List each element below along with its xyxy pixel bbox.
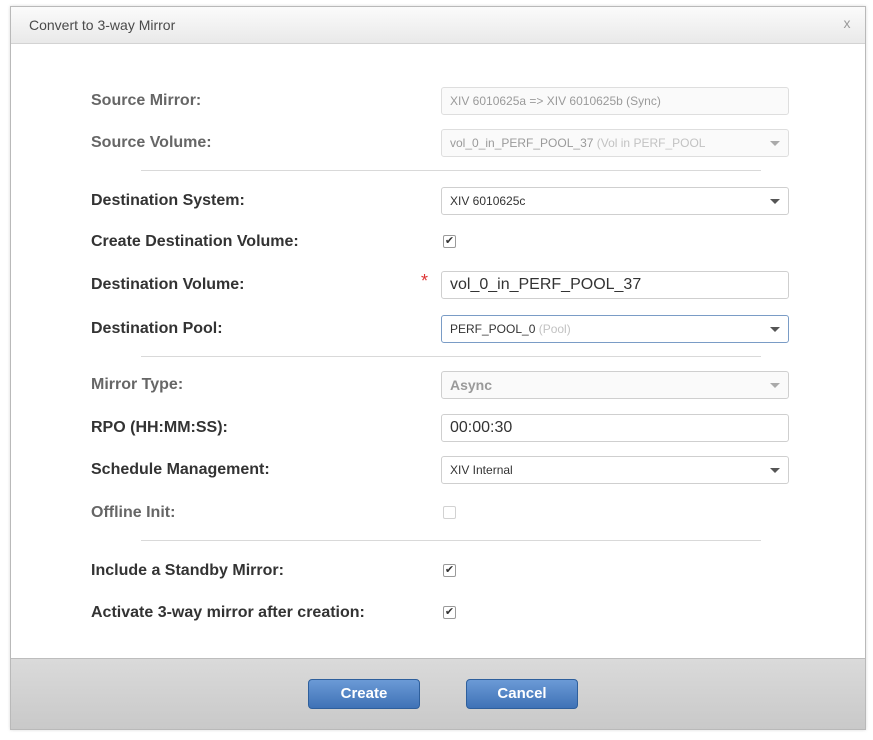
offline-init-label: Offline Init:: [91, 504, 176, 521]
dialog-titlebar: Convert to 3-way Mirror x: [11, 7, 865, 44]
row-rpo: RPO (HH:MM:SS): 00:00:30: [11, 412, 865, 444]
row-destination-volume: Destination Volume: * vol_0_in_PERF_POOL…: [11, 269, 865, 301]
destination-pool-select[interactable]: PERF_POOL_0 (Pool): [441, 315, 789, 343]
chevron-down-icon: [770, 327, 780, 332]
chevron-down-icon: [770, 383, 780, 388]
row-activate-after: Activate 3-way mirror after creation: ✔: [11, 597, 865, 629]
row-source-mirror: Source Mirror: XIV 6010625a => XIV 60106…: [11, 85, 865, 117]
source-mirror-field: XIV 6010625a => XIV 6010625b (Sync): [441, 87, 789, 115]
separator: [141, 170, 761, 171]
include-standby-label: Include a Standby Mirror:: [91, 562, 284, 579]
create-button[interactable]: Create: [308, 679, 420, 709]
dialog-footer: Create Cancel: [11, 658, 865, 729]
source-volume-value: vol_0_in_PERF_POOL_37: [450, 136, 594, 150]
offline-init-checkbox: [443, 506, 456, 519]
destination-pool-value: PERF_POOL_0: [450, 322, 536, 336]
source-volume-label: Source Volume:: [91, 134, 212, 151]
rpo-input[interactable]: 00:00:30: [441, 414, 789, 442]
rpo-value: 00:00:30: [450, 419, 513, 436]
rpo-label: RPO (HH:MM:SS):: [91, 419, 228, 436]
required-marker: *: [421, 271, 429, 291]
source-volume-hint: (Vol in PERF_POOL: [593, 136, 706, 150]
source-mirror-label: Source Mirror:: [91, 92, 202, 109]
destination-pool-hint: (Pool): [535, 322, 571, 336]
destination-volume-value: vol_0_in_PERF_POOL_37: [450, 276, 642, 293]
destination-pool-label: Destination Pool:: [91, 320, 223, 337]
row-schedule-management: Schedule Management: XIV Internal: [11, 454, 865, 486]
dialog-title: Convert to 3-way Mirror: [29, 17, 176, 33]
include-standby-checkbox[interactable]: ✔: [443, 564, 456, 577]
row-create-destination-volume: Create Destination Volume: ✔: [11, 226, 865, 258]
destination-system-label: Destination System:: [91, 192, 245, 209]
schedule-management-label: Schedule Management:: [91, 461, 270, 478]
destination-volume-input[interactable]: vol_0_in_PERF_POOL_37: [441, 271, 789, 299]
separator: [141, 540, 761, 541]
destination-system-select[interactable]: XIV 6010625c: [441, 187, 789, 215]
create-destination-volume-label: Create Destination Volume:: [91, 233, 299, 250]
activate-after-checkbox[interactable]: ✔: [443, 606, 456, 619]
create-destination-volume-checkbox[interactable]: ✔: [443, 235, 456, 248]
schedule-management-select[interactable]: XIV Internal: [441, 456, 789, 484]
destination-system-value: XIV 6010625c: [450, 194, 526, 208]
close-icon[interactable]: x: [839, 15, 855, 31]
convert-mirror-dialog: Convert to 3-way Mirror x Source Mirror:…: [10, 6, 866, 730]
cancel-button[interactable]: Cancel: [466, 679, 578, 709]
separator: [141, 356, 761, 357]
mirror-type-label: Mirror Type:: [91, 376, 184, 393]
row-mirror-type: Mirror Type: Async: [11, 369, 865, 401]
row-source-volume: Source Volume: vol_0_in_PERF_POOL_37 (Vo…: [11, 127, 865, 159]
chevron-down-icon: [770, 199, 780, 204]
source-mirror-value: XIV 6010625a => XIV 6010625b (Sync): [450, 94, 661, 108]
row-include-standby: Include a Standby Mirror: ✔: [11, 555, 865, 587]
mirror-type-value: Async: [450, 377, 493, 393]
chevron-down-icon: [770, 141, 780, 146]
row-destination-pool: Destination Pool: PERF_POOL_0 (Pool): [11, 313, 865, 345]
mirror-type-select: Async: [441, 371, 789, 399]
source-volume-select: vol_0_in_PERF_POOL_37 (Vol in PERF_POOL: [441, 129, 789, 157]
row-destination-system: Destination System: XIV 6010625c: [11, 185, 865, 217]
chevron-down-icon: [770, 468, 780, 473]
schedule-management-value: XIV Internal: [450, 463, 513, 477]
row-offline-init: Offline Init:: [11, 497, 865, 529]
destination-volume-label: Destination Volume:: [91, 276, 245, 293]
activate-after-label: Activate 3-way mirror after creation:: [91, 604, 365, 621]
